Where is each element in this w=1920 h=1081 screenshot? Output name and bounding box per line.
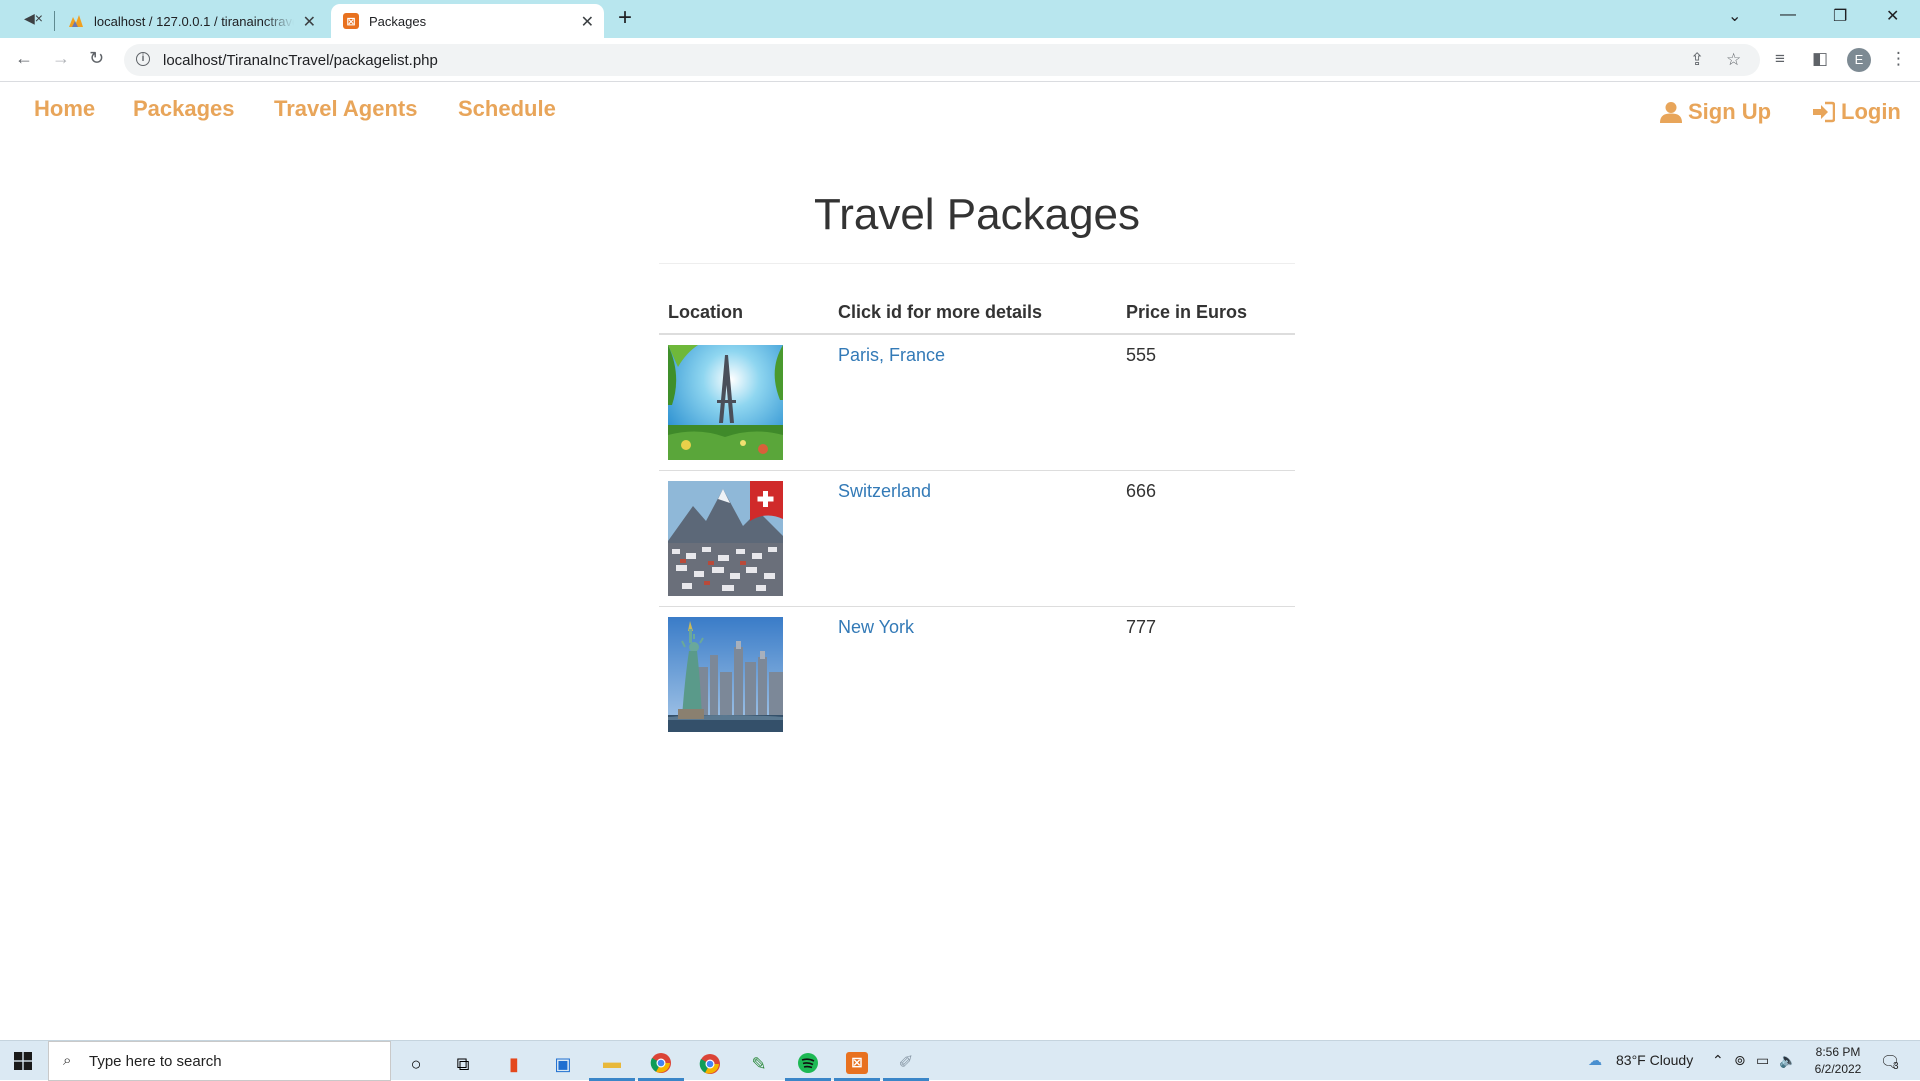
package-link-switzerland[interactable]: Switzerland bbox=[838, 481, 931, 501]
page-content: Home Packages Travel Agents Schedule Sig… bbox=[0, 82, 1920, 1040]
chrome-logo-icon bbox=[650, 1052, 671, 1073]
eiffel-tower-photo bbox=[668, 345, 783, 460]
column-header: Price in Euros bbox=[1117, 290, 1295, 335]
nav-login-link[interactable]: Login bbox=[1811, 99, 1901, 125]
volume-icon[interactable]: 🔈 bbox=[1779, 1052, 1796, 1069]
page-title: Travel Packages bbox=[813, 190, 1141, 239]
price-cell: 666 bbox=[1117, 470, 1295, 607]
onedrive-icon[interactable]: ⊚ bbox=[1734, 1052, 1746, 1069]
location-cell bbox=[659, 606, 829, 742]
table-row: Switzerland 666 bbox=[659, 470, 1295, 607]
search-placeholder: Type here to search bbox=[89, 1053, 222, 1070]
weather-icon[interactable]: ☁ bbox=[1588, 1052, 1602, 1069]
close-icon[interactable]: ✕ bbox=[581, 12, 594, 32]
chevron-up-icon[interactable]: ⌃ bbox=[1712, 1052, 1724, 1069]
search-icon: ⌕ bbox=[63, 1052, 72, 1069]
office-icon[interactable]: ▮ bbox=[491, 1047, 537, 1081]
back-arrow-icon[interactable]: ← bbox=[15, 48, 33, 69]
task-view-icon[interactable]: ⧉ bbox=[440, 1047, 486, 1081]
url-text[interactable]: localhost/TiranaIncTravel/packagelist.ph… bbox=[163, 52, 438, 69]
forward-arrow-icon[interactable]: → bbox=[52, 48, 70, 69]
tab-search-icon[interactable]: ⌄ bbox=[1728, 6, 1741, 26]
tab-phpmyadmin[interactable]: localhost / 127.0.0.1 / tiranainctravel … bbox=[56, 4, 326, 38]
share-icon[interactable]: ⇪ bbox=[1690, 50, 1704, 70]
tab-packages[interactable]: ⊠ Packages ✕ bbox=[331, 4, 604, 38]
chrome-logo-icon bbox=[699, 1054, 720, 1074]
nav-travel-agents-link[interactable]: Travel Agents bbox=[274, 96, 417, 122]
chrome-profile-icon[interactable] bbox=[687, 1047, 733, 1081]
browser-tab-bar: ◀× localhost / 127.0.0.1 / tiranainctrav… bbox=[0, 0, 1920, 38]
switzerland-photo bbox=[668, 481, 783, 596]
nav-schedule-link[interactable]: Schedule bbox=[458, 96, 556, 122]
close-icon[interactable]: ✕ bbox=[303, 12, 316, 32]
cortana-icon[interactable]: ○ bbox=[393, 1047, 439, 1081]
new-tab-icon[interactable]: + bbox=[618, 4, 632, 32]
price-cell: 777 bbox=[1117, 606, 1295, 742]
details-cell: New York bbox=[829, 606, 1117, 742]
user-icon bbox=[1660, 102, 1682, 123]
package-link-paris[interactable]: Paris, France bbox=[838, 345, 945, 365]
nav-signup-link[interactable]: Sign Up bbox=[1660, 99, 1771, 125]
package-link-new-york[interactable]: New York bbox=[838, 617, 914, 637]
signup-label: Sign Up bbox=[1688, 99, 1772, 124]
nav-home-link[interactable]: Home bbox=[34, 96, 95, 122]
minimize-icon[interactable]: — bbox=[1780, 6, 1796, 24]
location-cell bbox=[659, 470, 829, 607]
table-header-row: Location Click id for more details Price… bbox=[659, 290, 1295, 335]
media-queue-icon[interactable]: ≡ bbox=[1775, 49, 1785, 69]
system-clock[interactable]: 8:56 PM 6/2/2022 bbox=[1808, 1044, 1868, 1078]
details-cell: Paris, France bbox=[829, 334, 1117, 471]
title-divider bbox=[659, 263, 1295, 264]
mute-tab-icon[interactable]: ◀× bbox=[24, 10, 43, 27]
statue-of-liberty-photo bbox=[668, 617, 783, 732]
weather-text[interactable]: 83°F Cloudy bbox=[1616, 1052, 1693, 1068]
xampp-icon: ⊠ bbox=[846, 1051, 868, 1074]
windows-start-icon[interactable] bbox=[14, 1052, 32, 1070]
tab-title: Packages bbox=[369, 13, 427, 29]
taskbar-search-box[interactable]: ⌕ Type here to search bbox=[48, 1041, 391, 1081]
address-bar[interactable]: i localhost/TiranaIncTravel/packagelist.… bbox=[124, 44, 1760, 76]
location-cell bbox=[659, 334, 829, 471]
spotify-icon[interactable] bbox=[785, 1047, 831, 1081]
column-header: Click id for more details bbox=[829, 290, 1117, 335]
tab-separator bbox=[54, 11, 55, 31]
nav-packages-link[interactable]: Packages bbox=[133, 96, 235, 122]
login-label: Login bbox=[1841, 99, 1901, 124]
reload-icon[interactable]: ↻ bbox=[89, 48, 104, 69]
xampp-taskbar-icon[interactable]: ⊠ bbox=[834, 1047, 880, 1081]
restore-icon[interactable]: ❐ bbox=[1833, 6, 1847, 26]
store-icon[interactable]: ▣ bbox=[540, 1047, 586, 1081]
menu-kebab-icon[interactable]: ⋮ bbox=[1890, 49, 1907, 69]
window-close-icon[interactable]: ✕ bbox=[1886, 6, 1899, 26]
clock-date: 6/2/2022 bbox=[1814, 1062, 1862, 1076]
app-icon[interactable]: ✐ bbox=[883, 1047, 929, 1081]
network-icon[interactable]: ▭ bbox=[1756, 1052, 1769, 1069]
windows-taskbar: ⌕ Type here to search ○ ⧉ ▮ ▣ ▬ ✎ ⊠ ✐ ☁ … bbox=[0, 1040, 1920, 1081]
tab-title: localhost / 127.0.0.1 / tiranainctravel bbox=[94, 13, 294, 29]
browser-toolbar: ← → ↻ i localhost/TiranaIncTravel/packag… bbox=[0, 38, 1920, 82]
column-header: Location bbox=[659, 290, 829, 335]
site-info-icon[interactable]: i bbox=[136, 52, 150, 66]
chrome-icon[interactable] bbox=[638, 1047, 684, 1081]
notepad-plus-icon[interactable]: ✎ bbox=[736, 1047, 782, 1081]
phpmyadmin-icon bbox=[69, 15, 83, 27]
bookmark-star-icon[interactable]: ☆ bbox=[1726, 50, 1741, 70]
spotify-logo-icon bbox=[798, 1052, 818, 1073]
file-explorer-icon[interactable]: ▬ bbox=[589, 1047, 635, 1081]
notification-count: 3 bbox=[1893, 1061, 1899, 1072]
price-cell: 555 bbox=[1126, 345, 1157, 365]
clock-time: 8:56 PM bbox=[1815, 1045, 1861, 1059]
side-panel-icon[interactable]: ◧ bbox=[1812, 49, 1828, 69]
details-cell: Switzerland bbox=[829, 470, 1117, 607]
login-icon bbox=[1813, 101, 1835, 123]
packages-table: Location Click id for more details Price… bbox=[659, 290, 1295, 742]
table-row: New York 777 bbox=[659, 606, 1295, 742]
xampp-icon: ⊠ bbox=[343, 13, 359, 29]
profile-avatar[interactable]: E bbox=[1847, 48, 1871, 72]
table-row: Paris, France 555 bbox=[659, 334, 1295, 471]
